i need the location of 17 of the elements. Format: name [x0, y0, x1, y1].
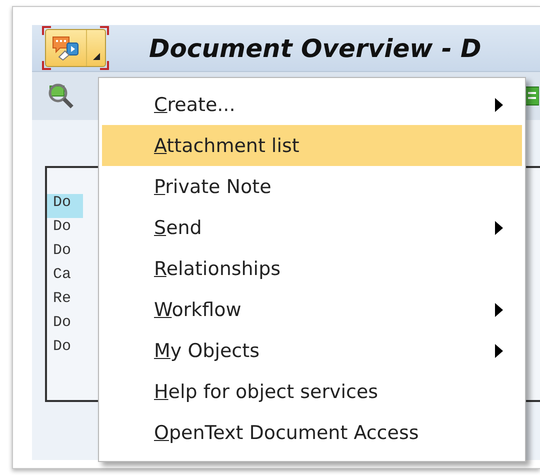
list-row[interactable]: Do [47, 218, 83, 242]
list-row[interactable]: Do [47, 338, 83, 362]
list-row[interactable]: Do [47, 242, 83, 266]
menu-item[interactable]: Send [102, 207, 522, 248]
list-row[interactable]: Re [47, 290, 83, 314]
menu-item[interactable]: My Objects [102, 330, 522, 371]
menu-item[interactable]: Help for object services [102, 371, 522, 412]
menu-item[interactable]: Attachment list [102, 125, 522, 166]
menu-item[interactable]: OpenText Document Access [102, 412, 522, 453]
list-row[interactable]: Ca [47, 266, 83, 290]
menu-item[interactable]: Relationships [102, 248, 522, 289]
window-title: Document Overview - D [149, 34, 482, 62]
menu-item[interactable]: Private Note [102, 166, 522, 207]
list-row[interactable]: Do [47, 194, 83, 218]
menu-item[interactable]: Create... [102, 84, 522, 125]
list-row[interactable]: Do [47, 314, 83, 338]
menu-item[interactable]: Workflow [102, 289, 522, 330]
